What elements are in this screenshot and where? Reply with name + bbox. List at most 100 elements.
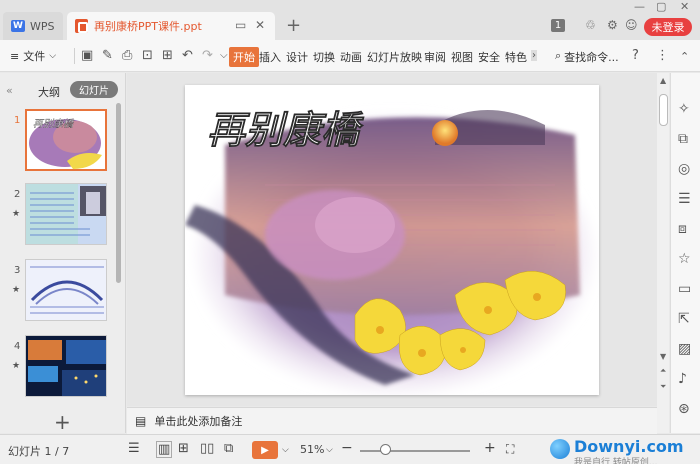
- notes-pane[interactable]: ▤ 单击此处添加备注: [127, 407, 657, 434]
- magic-icon[interactable]: ✧: [678, 101, 690, 117]
- login-button[interactable]: 未登录: [644, 18, 692, 36]
- file-menu-label: 文件: [23, 50, 46, 63]
- close-tab-icon[interactable]: ✕: [255, 18, 265, 32]
- notes-toggle-icon[interactable]: ☰: [128, 441, 140, 456]
- share-icon[interactable]: ⇱: [678, 311, 690, 327]
- zoom-level[interactable]: 51%: [300, 443, 324, 456]
- collapse-panel-icon[interactable]: «: [6, 84, 13, 97]
- zoom-out-icon[interactable]: −: [341, 440, 353, 456]
- adjust-icon[interactable]: ☰: [678, 191, 691, 207]
- tab-slides[interactable]: 幻灯片: [70, 81, 118, 98]
- current-slide[interactable]: 再别康橋: [185, 85, 599, 395]
- downyi-logo-icon: [550, 439, 570, 459]
- scroll-right-icon[interactable]: ›: [531, 50, 537, 61]
- play-slideshow-button[interactable]: ▶: [252, 441, 278, 459]
- layers-icon[interactable]: ⧈: [678, 221, 687, 237]
- save-icon[interactable]: ▣: [81, 48, 93, 63]
- settings-icon[interactable]: ⚙: [607, 18, 618, 32]
- scroll-up-icon[interactable]: ▲: [660, 76, 666, 85]
- animation-star-icon: ★: [12, 285, 21, 295]
- document-tab[interactable]: 再别康桥PPT课件.ppt ▭ ✕: [67, 12, 275, 40]
- user-icon[interactable]: ☺: [625, 18, 638, 32]
- slide-thumbnail-item[interactable]: 1 再别康橋: [0, 107, 120, 173]
- animation-star-icon: ★: [12, 209, 21, 219]
- print-icon[interactable]: ⎙: [122, 48, 132, 63]
- tab-view[interactable]: 视图: [451, 49, 473, 65]
- shape-icon[interactable]: ◎: [678, 161, 690, 177]
- slide-thumbnail-item[interactable]: 4 ★: [0, 335, 120, 401]
- image-icon[interactable]: ▨: [678, 341, 691, 357]
- tab-insert[interactable]: 插入: [259, 49, 281, 65]
- search-icon: ⌕: [555, 49, 562, 62]
- help-icon[interactable]: ?: [632, 48, 639, 63]
- compass-icon[interactable]: ⊛: [678, 401, 690, 417]
- export-pdf-icon[interactable]: ⊞: [162, 48, 173, 63]
- watermark-brand: Downyi.com: [574, 437, 684, 456]
- star-icon[interactable]: ☆: [678, 251, 691, 267]
- ribbon-toolbar: ≡ 文件 ⌵ ▣ ✎ ⎙ ⊡ ⊞ ↶ ↷ ⌵ 开始 插入 设计 切换 动画 幻灯…: [0, 40, 700, 72]
- template-icon[interactable]: ▭: [678, 281, 691, 297]
- new-tab-button[interactable]: +: [286, 15, 301, 36]
- presenter-view-icon[interactable]: ⧉: [224, 441, 233, 456]
- window-mode-icon[interactable]: ▭: [235, 18, 246, 32]
- zoom-in-icon[interactable]: +: [484, 440, 496, 456]
- slide-thumbnail-item[interactable]: 3 ★: [0, 259, 120, 325]
- right-sidebar: ✧ ⧉ ◎ ☰ ⧈ ☆ ▭ ⇱ ▨ ♪ ⊛: [670, 73, 700, 433]
- more-options-icon[interactable]: ⋮: [656, 48, 669, 63]
- format-painter-icon[interactable]: ✎: [102, 48, 113, 63]
- play-options-icon[interactable]: ⌵: [282, 445, 289, 455]
- wps-home-tab[interactable]: W WPS: [3, 12, 63, 40]
- slide-thumbnail-item[interactable]: 2 ★: [0, 183, 120, 249]
- notes-icon: ▤: [135, 414, 147, 428]
- slide-panel: « 大纲 幻灯片 1 再别康橋 2 ★ 3 ★ 4 ★ +: [0, 73, 126, 434]
- slide-number: 3: [14, 265, 21, 276]
- next-slide-icon[interactable]: ⏷: [660, 382, 666, 392]
- tab-animation[interactable]: 动画: [340, 49, 362, 65]
- slide-thumbnail[interactable]: [25, 335, 107, 397]
- fit-window-icon[interactable]: ⛶: [506, 442, 514, 457]
- canvas-scrollbar[interactable]: [657, 73, 669, 433]
- slide-title: 再别康橋: [207, 108, 365, 152]
- zoom-options-icon[interactable]: ⌵: [326, 445, 333, 455]
- quick-access-more-icon[interactable]: ⌵: [220, 50, 228, 61]
- watermark: Downyi.com 我是自行 转帖原创...: [550, 437, 700, 464]
- audio-icon[interactable]: ♪: [678, 371, 687, 387]
- tab-design[interactable]: 设计: [286, 49, 308, 65]
- minimize-icon[interactable]: —: [634, 0, 645, 13]
- window-close-icon[interactable]: ✕: [680, 0, 689, 13]
- panel-scrollbar[interactable]: [116, 103, 121, 283]
- slide-thumbnail[interactable]: 再别康橋: [25, 109, 107, 171]
- wps-logo-icon: W: [11, 20, 25, 32]
- slide-thumbnail[interactable]: [25, 183, 107, 245]
- slide-thumbnail[interactable]: [25, 259, 107, 321]
- scroll-down-icon[interactable]: ▼: [660, 352, 666, 361]
- tab-transition[interactable]: 切换: [313, 49, 335, 65]
- prev-slide-icon[interactable]: ⏶: [660, 366, 666, 376]
- print-preview-icon[interactable]: ⊡: [142, 48, 153, 63]
- zoom-slider-knob[interactable]: [380, 444, 391, 455]
- tab-home[interactable]: 开始: [229, 47, 259, 67]
- add-slide-button[interactable]: +: [54, 410, 71, 434]
- svg-text:再别康橋: 再别康橋: [33, 118, 75, 130]
- tab-outline[interactable]: 大纲: [38, 84, 60, 100]
- reading-view-icon[interactable]: ▯▯: [200, 441, 214, 456]
- zoom-slider-track[interactable]: [360, 450, 470, 452]
- tab-slideshow[interactable]: 幻灯片放映: [367, 49, 422, 65]
- collapse-ribbon-icon[interactable]: ⌃: [680, 50, 689, 63]
- document-title: 再别康桥PPT课件.ppt: [94, 20, 202, 33]
- slide-number: 2: [14, 189, 21, 200]
- workspace-badge[interactable]: 1: [551, 19, 565, 32]
- sorter-view-icon[interactable]: ⊞: [178, 441, 189, 456]
- skin-icon[interactable]: ♲: [585, 18, 596, 32]
- copy-format-icon[interactable]: ⧉: [678, 131, 688, 147]
- command-search[interactable]: ⌕ 查找命令...: [555, 49, 619, 65]
- undo-icon[interactable]: ↶: [182, 48, 193, 63]
- redo-icon[interactable]: ↷: [202, 48, 213, 63]
- tab-security[interactable]: 安全: [478, 49, 500, 65]
- canvas-scroll-thumb[interactable]: [659, 94, 668, 126]
- tab-review[interactable]: 审阅: [424, 49, 446, 65]
- normal-view-icon[interactable]: ▥: [156, 441, 173, 458]
- maximize-icon[interactable]: ▢: [656, 0, 666, 13]
- slide-number: 4: [14, 341, 21, 352]
- file-menu[interactable]: ≡ 文件 ⌵: [10, 48, 56, 64]
